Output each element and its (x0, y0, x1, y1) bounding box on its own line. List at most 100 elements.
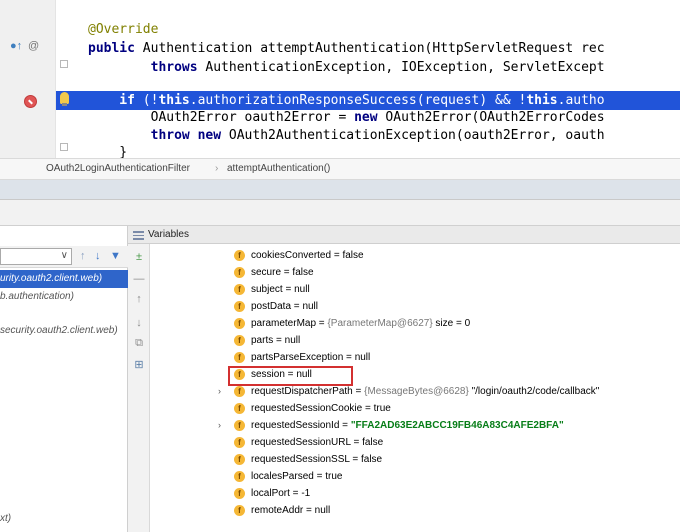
variable-value: true (325, 471, 343, 482)
variable-value: false (361, 454, 383, 465)
variable-row[interactable]: f subject = null (150, 281, 680, 298)
variable-value: null (294, 284, 310, 295)
code-text: throws AuthenticationException, IOExcept… (88, 58, 605, 77)
breadcrumb: OAuth2LoginAuthenticationFilter › attemp… (0, 158, 680, 180)
code-line[interactable]: public Authentication attemptAuthenticat… (0, 39, 680, 58)
variable-equals: = (289, 488, 302, 499)
variable-equals: = (350, 437, 363, 448)
variable-row[interactable]: f secure = false (150, 264, 680, 281)
code-token: OAuth2Error(OAuth2ErrorCodes (377, 110, 605, 125)
expand-arrow-icon[interactable]: › (218, 383, 221, 400)
frame-row[interactable]: xt) (0, 510, 128, 528)
variable-name: cookiesConverted (251, 250, 332, 261)
variable-text: localesParsed = true (251, 468, 342, 485)
add-watch-icon[interactable]: ± (132, 250, 146, 264)
code-token: this (158, 93, 190, 108)
code-token: if (88, 93, 135, 108)
variable-row[interactable]: f localesParsed = true (150, 468, 680, 485)
arrow-up-icon[interactable]: ↑ (80, 250, 86, 262)
code-line[interactable]: @Override (0, 20, 680, 39)
variable-value: "/login/oauth2/code/callback" (468, 386, 600, 397)
variable-row[interactable]: f localPort = -1 (150, 485, 680, 502)
thread-selector[interactable]: ∨ (0, 248, 72, 265)
frame-row[interactable]: b.authentication) (0, 288, 128, 306)
variable-row[interactable]: f requestedSessionURL = false (150, 434, 680, 451)
highlight-box (228, 366, 353, 386)
variable-value: false (342, 250, 364, 261)
lightbulb-icon[interactable] (60, 92, 69, 106)
variable-equals: = (281, 267, 293, 278)
move-down-icon[interactable]: ↓ (132, 316, 146, 330)
variable-row[interactable]: f requestedSessionCookie = true (150, 400, 680, 417)
variable-name: localesParsed (251, 471, 314, 482)
copy-icon[interactable]: ⧉ (132, 336, 146, 350)
field-icon: f (234, 471, 245, 482)
debug-toolbar (0, 200, 680, 226)
variable-name: remoteAddr (251, 505, 304, 516)
field-icon: f (234, 267, 245, 278)
code-token: .authorizationResponseSuccess(request) &… (189, 93, 527, 108)
variable-value: size = 0 (432, 318, 471, 329)
variable-value: false (362, 437, 384, 448)
frame-row[interactable]: security.oauth2.client.web) (0, 322, 128, 340)
frame-row[interactable]: urity.oauth2.client.web) (0, 270, 128, 288)
variable-equals: = (349, 454, 361, 465)
variable-row[interactable]: f parts = null (150, 332, 680, 349)
variable-string-value: "FFA2AD63E2ABCC19FB46A83C4AFE2BFA" (350, 420, 564, 431)
variable-value: true (373, 403, 391, 414)
debug-tool-window-header (0, 180, 680, 200)
variable-row[interactable]: f postData = null (150, 298, 680, 315)
variable-name: parameterMap (251, 318, 317, 329)
code-token: public (88, 41, 135, 56)
code-line[interactable]: OAuth2Error oauth2Error = new OAuth2Erro… (0, 108, 680, 127)
code-line[interactable]: throws AuthenticationException, IOExcept… (0, 58, 680, 77)
breadcrumb-separator: › (215, 163, 219, 174)
breadcrumb-class[interactable]: OAuth2LoginAuthenticationFilter (46, 159, 190, 179)
expand-arrow-icon[interactable]: › (218, 417, 221, 434)
field-icon: f (234, 454, 245, 465)
variable-name: requestDispatcherPath (251, 386, 353, 397)
arrow-down-icon[interactable]: ↓ (95, 250, 101, 262)
code-token: OAuth2Error oauth2Error = (88, 110, 355, 125)
variable-text: remoteAddr = null (251, 502, 330, 519)
code-text: @Override (88, 20, 158, 39)
field-icon: f (234, 250, 245, 261)
variable-name: requestedSessionCookie (251, 403, 363, 414)
variable-value: -1 (301, 488, 311, 499)
field-icon: f (234, 318, 245, 329)
code-token: this (526, 93, 558, 108)
variable-row[interactable]: f partsParseException = null (150, 349, 680, 366)
variable-equals: = (291, 301, 303, 312)
code-token: new (354, 110, 378, 125)
variable-row[interactable]: f cookiesConverted = false (150, 247, 680, 264)
variable-ref: {ParameterMap@6627} (327, 318, 433, 329)
evaluate-icon[interactable]: ⊞ (132, 358, 146, 372)
variable-value: false (292, 267, 314, 278)
variable-name: postData (251, 301, 292, 312)
variable-text: partsParseException = null (251, 349, 370, 366)
breakpoint-icon[interactable] (24, 95, 37, 108)
code-token: (! (134, 93, 159, 108)
field-icon: f (234, 352, 245, 363)
field-icon: f (234, 420, 245, 431)
variable-name: secure (251, 267, 282, 278)
code-token: throws (88, 60, 198, 75)
code-token: Authentication attemptAuthentication(Htt… (134, 41, 605, 56)
remove-watch-icon[interactable]: — (132, 272, 146, 286)
field-icon: f (234, 505, 245, 516)
variable-equals: = (273, 335, 285, 346)
variable-name: parts (251, 335, 274, 346)
code-editor[interactable]: ●↑ @ @Override public Authentication atte… (0, 0, 680, 160)
variable-row[interactable]: f parameterMap = {ParameterMap@6627} size… (150, 315, 680, 332)
variable-equals: = (313, 471, 326, 482)
variable-row[interactable]: › f requestedSessionId = "FFA2AD63E2ABCC19… (150, 417, 680, 434)
filter-icon[interactable]: ▼ (110, 250, 121, 262)
variable-row[interactable]: f requestedSessionSSL = false (150, 451, 680, 468)
field-icon: f (234, 437, 245, 448)
code-token: OAuth2AuthenticationException(oauth2Erro… (221, 128, 605, 143)
variable-equals: = (343, 352, 355, 363)
breadcrumb-method[interactable]: attemptAuthentication() (227, 159, 330, 179)
code-text: OAuth2Error oauth2Error = new OAuth2Erro… (88, 108, 605, 127)
variable-row[interactable]: f remoteAddr = null (150, 502, 680, 519)
move-up-icon[interactable]: ↑ (132, 292, 146, 306)
